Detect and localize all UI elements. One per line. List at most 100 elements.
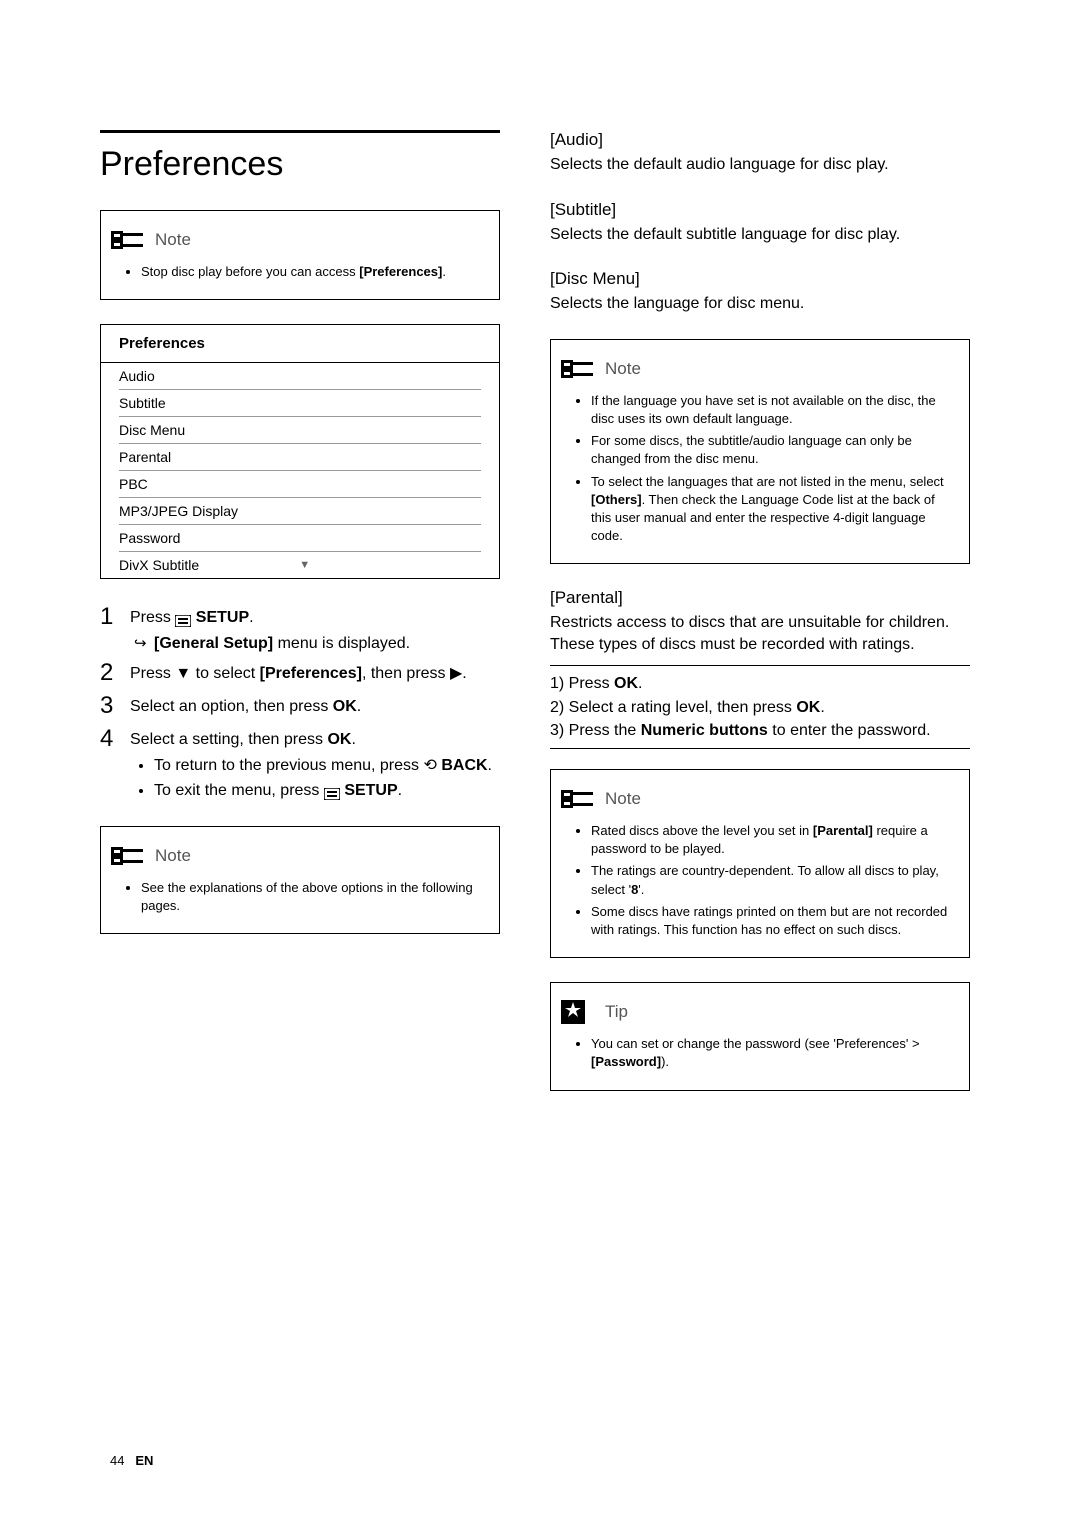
- note-label: Note: [605, 359, 641, 379]
- table-row: PBC: [101, 471, 499, 498]
- pref-cell-value: [318, 471, 481, 498]
- step-sub: [General Setup] menu is displayed.: [130, 633, 500, 655]
- pref-cell: Password: [119, 525, 318, 552]
- note-item: Stop disc play before you can access [Pr…: [141, 263, 485, 281]
- note-text: '.: [638, 882, 644, 897]
- pref-cell: Subtitle: [119, 390, 318, 417]
- note-label: Note: [155, 230, 191, 250]
- pref-cell: Parental: [119, 444, 318, 471]
- step-text-bold: [Preferences]: [260, 665, 362, 682]
- tip-text: You can set or change the password (see …: [591, 1036, 920, 1051]
- pref-cell-value: [318, 525, 481, 552]
- note-header: Note: [561, 784, 955, 814]
- tip-header: Tip: [561, 997, 955, 1027]
- bullet-text: To return to the previous menu, press: [154, 757, 423, 774]
- setup-icon: [324, 785, 340, 797]
- tip-icon: [561, 997, 595, 1027]
- bullet-text: .: [488, 757, 492, 774]
- bullet-text-bold: SETUP: [344, 782, 397, 799]
- option-heading-subtitle: [Subtitle]: [550, 200, 970, 220]
- option-desc: Selects the default audio language for d…: [550, 154, 970, 176]
- note-label: Note: [605, 789, 641, 809]
- option-desc: Restricts access to discs that are unsui…: [550, 612, 970, 655]
- step-text: Press ▼ to select: [130, 665, 260, 682]
- note-item: Rated discs above the level you set in […: [591, 822, 955, 858]
- table-row: Subtitle: [101, 390, 499, 417]
- note-item: See the explanations of the above option…: [141, 879, 485, 915]
- table-row: DivX Subtitle▼: [101, 552, 499, 578]
- table-row: Audio: [101, 363, 499, 390]
- table-row: Password: [101, 525, 499, 552]
- back-icon: ⟲: [423, 755, 436, 777]
- note-item: If the language you have set is not avai…: [591, 392, 955, 428]
- note-item: For some discs, the subtitle/audio langu…: [591, 432, 955, 468]
- note-text-bold: [Preferences]: [359, 264, 442, 279]
- note-header: Note: [111, 841, 485, 871]
- note-text: . Then check the Language Code list at t…: [591, 492, 935, 543]
- step-text-bold: OK: [333, 698, 357, 715]
- note-icon: [111, 225, 145, 255]
- pref-table-header: Preferences: [101, 325, 499, 363]
- step-sub-text: menu is displayed.: [273, 635, 410, 652]
- step-text-bold: Numeric buttons: [641, 722, 768, 739]
- step-text: Select an option, then press: [130, 698, 333, 715]
- step-content: Select an option, then press OK.: [130, 692, 500, 721]
- option-heading-parental: [Parental]: [550, 588, 970, 608]
- step-text: .: [820, 699, 824, 716]
- parental-steps: 1) Press OK. 2) Select a rating level, t…: [550, 665, 970, 749]
- steps-list: 1 Press SETUP. [General Setup] menu is d…: [100, 603, 500, 806]
- step-text: Select a setting, then press: [130, 731, 327, 748]
- step-text: 1) Press: [550, 675, 614, 692]
- step-text: 3) Press the: [550, 722, 641, 739]
- note-icon: [111, 841, 145, 871]
- left-column: Preferences Note Stop disc play before y…: [100, 130, 500, 1115]
- step-1: 1 Press SETUP. [General Setup] menu is d…: [100, 603, 500, 655]
- step-text-bold: SETUP: [196, 609, 249, 626]
- note-label: Note: [155, 846, 191, 866]
- setup-icon: [175, 612, 191, 624]
- table-row: Parental: [101, 444, 499, 471]
- pref-cell: Disc Menu: [119, 417, 318, 444]
- step-text: , then press ▶.: [362, 665, 467, 682]
- option-heading-audio: [Audio]: [550, 130, 970, 150]
- pref-cell: DivX Subtitle▼: [119, 552, 318, 578]
- parental-step-3: 3) Press the Numeric buttons to enter th…: [550, 719, 970, 742]
- bullet-text: To exit the menu, press: [154, 782, 324, 799]
- page-number: 44: [110, 1453, 124, 1468]
- note-item: Some discs have ratings printed on them …: [591, 903, 955, 939]
- note-header: Note: [111, 225, 485, 255]
- step-sub-bold: [General Setup]: [154, 635, 273, 652]
- option-heading-discmenu: [Disc Menu]: [550, 269, 970, 289]
- bullet-text: .: [398, 782, 402, 799]
- step-text-bold: OK: [796, 699, 820, 716]
- step-number: 1: [100, 603, 130, 655]
- step-text: Press: [130, 609, 175, 626]
- pref-cell-value: [318, 363, 481, 390]
- pref-cell-value: [318, 498, 481, 525]
- note-list: See the explanations of the above option…: [115, 879, 485, 915]
- parental-step-2: 2) Select a rating level, then press OK.: [550, 696, 970, 719]
- tip-item: You can set or change the password (see …: [591, 1035, 955, 1071]
- note-item: The ratings are country-dependent. To al…: [591, 862, 955, 898]
- right-column: [Audio] Selects the default audio langua…: [550, 130, 970, 1115]
- step-2: 2 Press ▼ to select [Preferences], then …: [100, 659, 500, 688]
- pref-cell-value: [318, 552, 481, 578]
- step-number: 4: [100, 725, 130, 806]
- note-box: Note See the explanations of the above o…: [100, 826, 500, 934]
- tip-box: Tip You can set or change the password (…: [550, 982, 970, 1090]
- chevron-down-icon: ▼: [299, 559, 310, 571]
- page-footer: 44 EN: [110, 1453, 153, 1468]
- tip-text-bold: [Password]: [591, 1054, 661, 1069]
- step-number: 3: [100, 692, 130, 721]
- tip-text: ).: [661, 1054, 669, 1069]
- pref-cell: PBC: [119, 471, 318, 498]
- step-4: 4 Select a setting, then press OK. To re…: [100, 725, 500, 806]
- note-text: Rated discs above the level you set in: [591, 823, 813, 838]
- step-text: .: [249, 609, 253, 626]
- preferences-table: Preferences Audio Subtitle Disc Menu Par…: [100, 324, 500, 579]
- step-content: Press ▼ to select [Preferences], then pr…: [130, 659, 500, 688]
- note-list: Rated discs above the level you set in […: [565, 822, 955, 939]
- option-desc: Selects the language for disc menu.: [550, 293, 970, 315]
- page: Preferences Note Stop disc play before y…: [100, 130, 980, 1115]
- step-bullet: To exit the menu, press SETUP.: [154, 780, 500, 802]
